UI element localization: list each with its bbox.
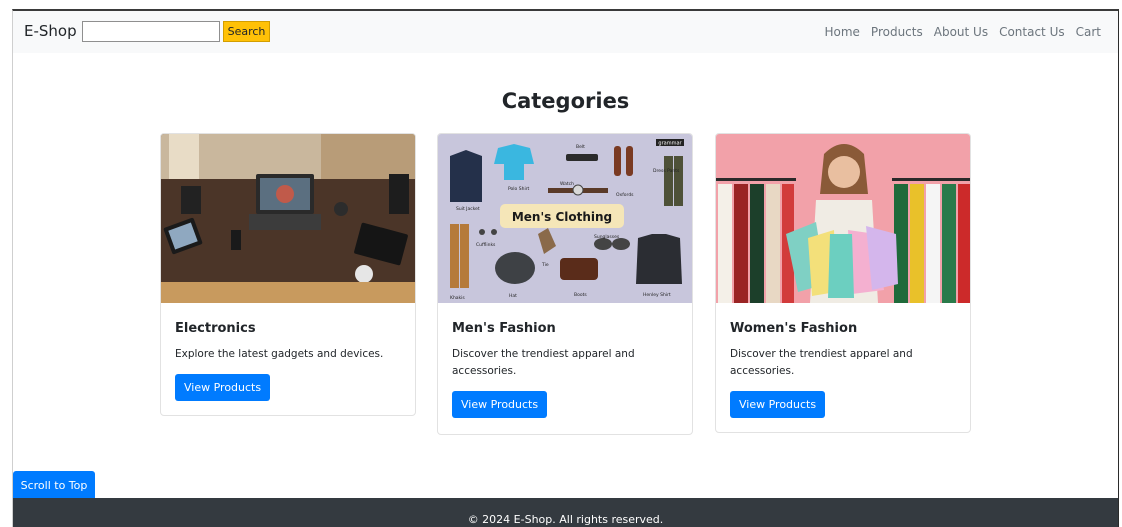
card-title-electronics: Electronics xyxy=(175,321,256,336)
card-text-womens-fashion: Discover the trendiest apparel and acces… xyxy=(730,348,913,377)
search-button[interactable]: Search xyxy=(223,21,270,42)
footer-copyright: © 2024 E-Shop. All rights reserved. xyxy=(467,513,664,526)
browser-viewport: E-Shop Search Home Products About Us Con… xyxy=(12,9,1119,527)
nav-link-home[interactable]: Home xyxy=(824,25,859,39)
footer: © 2024 E-Shop. All rights reserved. xyxy=(13,498,1118,527)
nav-link-cart[interactable]: Cart xyxy=(1076,25,1101,39)
image-label-henley-shirt: Henley Shirt xyxy=(643,292,671,298)
view-products-mens-fashion-button[interactable]: View Products xyxy=(452,391,548,418)
card-title-mens-fashion: Men's Fashion xyxy=(452,321,556,336)
nav-link-contact-us[interactable]: Contact Us xyxy=(999,25,1065,39)
electronics-image xyxy=(161,134,415,303)
card-title-womens-fashion: Women's Fashion xyxy=(730,321,858,336)
view-products-electronics-button[interactable]: View Products xyxy=(175,374,271,401)
image-brand-label: grammar xyxy=(658,141,682,147)
image-headline: Men's Clothing xyxy=(512,210,612,224)
image-label-khakis: Khakis xyxy=(450,295,465,301)
image-label-dress-pants: Dress Pants xyxy=(653,168,680,174)
womens-fashion-image xyxy=(716,134,970,303)
card-text-electronics: Explore the latest gadgets and devices. xyxy=(175,348,384,360)
search-input[interactable] xyxy=(82,21,220,42)
image-label-polo-shirt: Polo Shirt xyxy=(508,186,530,192)
image-label-cufflinks: Cufflinks xyxy=(476,242,496,248)
image-label-boots: Boots xyxy=(574,292,587,298)
image-label-tie: Tie xyxy=(541,262,549,268)
nav-link-products[interactable]: Products xyxy=(871,25,923,39)
category-card-mens-fashion: grammar Men's Clothing Belt Polo Shirt W… xyxy=(437,133,693,435)
view-products-womens-fashion-button[interactable]: View Products xyxy=(730,391,826,418)
navbar: E-Shop Search Home Products About Us Con… xyxy=(13,11,1118,53)
image-label-belt: Belt xyxy=(576,144,585,150)
nav-link-about-us[interactable]: About Us xyxy=(934,25,988,39)
brand-logo[interactable]: E-Shop xyxy=(24,22,77,40)
mens-clothing-image: grammar Men's Clothing Belt Polo Shirt W… xyxy=(438,134,692,303)
image-label-suit-jacket: Suit Jacket xyxy=(456,206,480,212)
scroll-to-top-button[interactable]: Scroll to Top xyxy=(13,471,95,500)
image-label-hat: Hat xyxy=(509,293,517,299)
category-card-womens-fashion: Women's Fashion Discover the trendiest a… xyxy=(715,133,971,433)
image-label-oxfords: Oxfords xyxy=(616,192,634,198)
image-label-sunglasses: Sunglasses xyxy=(594,234,620,240)
card-text-mens-fashion: Discover the trendiest apparel and acces… xyxy=(452,348,635,377)
page-title: Categories xyxy=(501,89,630,113)
image-label-watch: Watch xyxy=(560,181,574,187)
category-card-electronics: Electronics Explore the latest gadgets a… xyxy=(160,133,416,416)
nav-links: Home Products About Us Contact Us Cart xyxy=(824,25,1101,39)
